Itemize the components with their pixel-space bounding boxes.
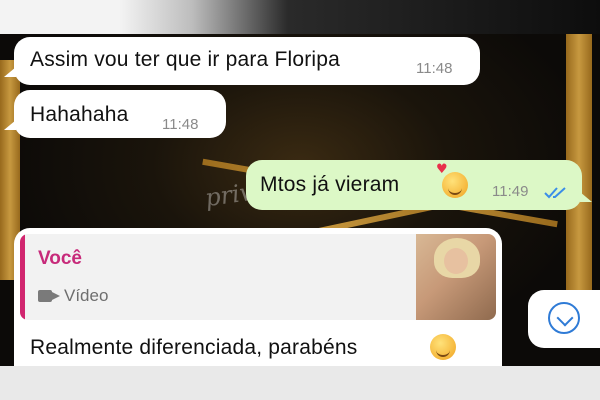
message-text: Hahahaha bbox=[30, 103, 129, 126]
message-time: 11:48 bbox=[416, 60, 453, 77]
smiling-face-with-hearts-icon bbox=[436, 162, 468, 198]
chevron-down-icon bbox=[556, 309, 574, 327]
double-check-icon bbox=[544, 187, 566, 199]
quoted-video-thumbnail[interactable] bbox=[416, 234, 496, 320]
message-bubble-incoming-reply[interactable]: Você Vídeo Realmente diferenciada, parab… bbox=[14, 228, 502, 366]
chat-area: privé Assim vou ter que ir para Floripa … bbox=[0, 0, 600, 366]
quoted-accent-bar bbox=[20, 234, 25, 320]
scroll-to-bottom-button[interactable] bbox=[528, 290, 600, 348]
bottom-strip bbox=[0, 366, 600, 400]
message-text: Realmente diferenciada, parabéns bbox=[30, 336, 358, 359]
bubble-tail bbox=[580, 192, 592, 202]
top-fade bbox=[0, 0, 600, 34]
message-text: Mtos já vieram bbox=[260, 173, 400, 196]
quoted-message[interactable]: Você Vídeo bbox=[20, 234, 496, 320]
message-bubble-incoming[interactable]: Hahahaha 11:48 bbox=[4, 90, 226, 138]
scroll-circle bbox=[548, 302, 580, 334]
bubble-tail bbox=[4, 120, 16, 130]
drooling-face-icon bbox=[430, 334, 456, 360]
message-text: Assim vou ter que ir para Floripa bbox=[30, 48, 341, 71]
quoted-sender: Você bbox=[38, 248, 83, 269]
message-bubble-incoming[interactable]: Assim vou ter que ir para Floripa 11:48 bbox=[4, 37, 480, 85]
quoted-media-type: Vídeo bbox=[64, 286, 109, 305]
message-time: 11:48 bbox=[162, 116, 199, 133]
message-bubble-outgoing[interactable]: Mtos já vieram 11:49 bbox=[246, 160, 592, 210]
bubble-tail bbox=[4, 67, 16, 77]
video-camera-icon bbox=[38, 290, 60, 302]
message-time: 11:49 bbox=[492, 183, 529, 200]
thumbnail-face bbox=[444, 248, 468, 274]
